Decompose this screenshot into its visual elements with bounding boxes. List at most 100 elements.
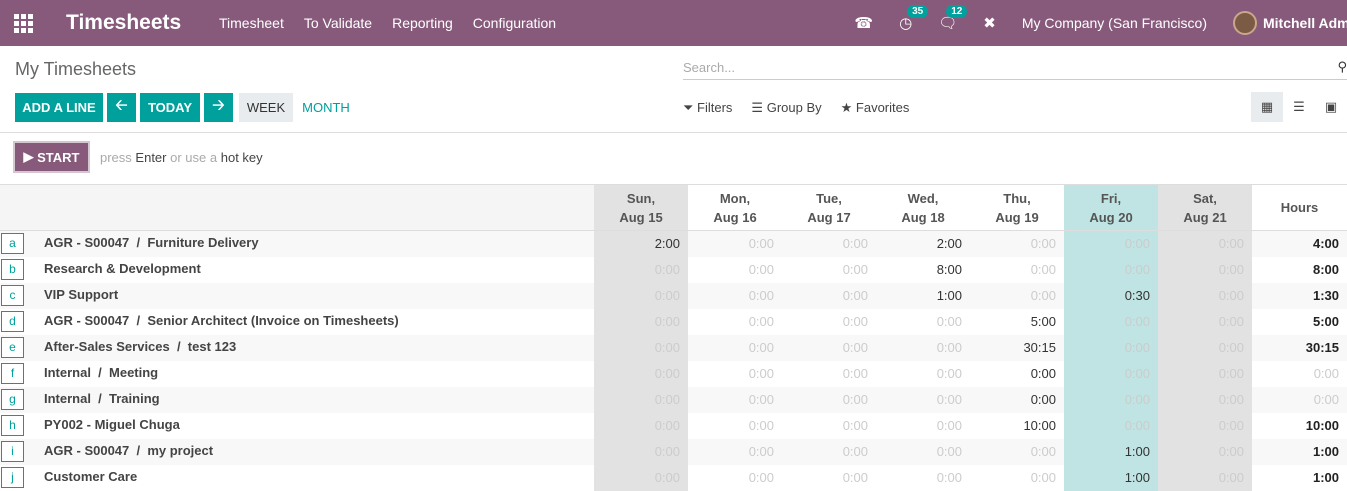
grid-cell[interactable]: 0:00: [1064, 256, 1158, 283]
grid-cell[interactable]: 0:00: [970, 464, 1064, 491]
month-range-button[interactable]: MONTH: [301, 93, 351, 122]
grid-cell[interactable]: 0:00: [1158, 308, 1252, 335]
grid-cell[interactable]: 0:00: [688, 464, 782, 491]
menu-reporting[interactable]: Reporting: [392, 15, 453, 31]
grid-cell[interactable]: 0:00: [594, 438, 688, 465]
grid-cell[interactable]: 0:00: [876, 438, 970, 465]
kanban-view-icon[interactable]: ▣: [1315, 92, 1347, 122]
row-hotkey[interactable]: h: [1, 415, 24, 436]
grid-cell[interactable]: 0:00: [688, 438, 782, 465]
grid-cell[interactable]: 0:00: [594, 308, 688, 335]
filters-dropdown[interactable]: ⏷ Filters: [683, 100, 732, 116]
grid-cell[interactable]: 0:00: [594, 282, 688, 309]
menu-to-validate[interactable]: To Validate: [304, 15, 372, 31]
today-button[interactable]: TODAY: [140, 93, 200, 122]
grid-cell[interactable]: 0:00: [1064, 412, 1158, 439]
start-timer-button[interactable]: ▶ START: [13, 141, 90, 173]
grid-cell[interactable]: 0:00: [1064, 360, 1158, 387]
grid-cell[interactable]: 0:30: [1064, 282, 1158, 309]
row-hotkey[interactable]: i: [1, 441, 24, 462]
previous-week-button[interactable]: 🡠: [107, 93, 136, 122]
grid-cell[interactable]: 0:00: [1158, 464, 1252, 491]
grid-cell[interactable]: 2:00: [876, 230, 970, 257]
grid-cell[interactable]: 0:00: [688, 256, 782, 283]
grid-cell[interactable]: 0:00: [688, 334, 782, 361]
grid-cell[interactable]: 0:00: [1064, 230, 1158, 257]
grid-cell[interactable]: 0:00: [1158, 230, 1252, 257]
grid-cell[interactable]: 0:00: [1158, 386, 1252, 413]
grid-cell[interactable]: 5:00: [970, 308, 1064, 335]
grid-cell[interactable]: 0:00: [782, 386, 876, 413]
search-icon[interactable]: ⚲: [1337, 59, 1347, 75]
grid-cell[interactable]: 0:00: [1158, 334, 1252, 361]
list-view-icon[interactable]: ☰: [1283, 92, 1315, 122]
company-switcher[interactable]: My Company (San Francisco): [1022, 15, 1207, 31]
menu-configuration[interactable]: Configuration: [473, 15, 556, 31]
grid-cell[interactable]: 0:00: [1158, 412, 1252, 439]
messages-chat-icon[interactable]: 🗨 12: [938, 5, 968, 32]
debug-tools-icon[interactable]: ✖: [983, 14, 996, 32]
row-hotkey[interactable]: d: [1, 311, 24, 332]
grid-cell[interactable]: 0:00: [970, 438, 1064, 465]
group-by-dropdown[interactable]: ☰ Group By: [751, 100, 821, 116]
row-hotkey[interactable]: f: [1, 363, 24, 384]
grid-cell[interactable]: 0:00: [1158, 282, 1252, 309]
grid-view-icon[interactable]: ▦: [1251, 92, 1283, 122]
grid-cell[interactable]: 0:00: [688, 360, 782, 387]
grid-cell[interactable]: 0:00: [1064, 386, 1158, 413]
grid-cell[interactable]: 0:00: [782, 282, 876, 309]
grid-cell[interactable]: 0:00: [876, 386, 970, 413]
grid-cell[interactable]: 0:00: [876, 360, 970, 387]
favorites-dropdown[interactable]: ★ Favorites: [841, 100, 910, 116]
add-line-button[interactable]: ADD A LINE: [15, 93, 103, 122]
grid-cell[interactable]: 0:00: [876, 308, 970, 335]
grid-cell[interactable]: 0:00: [594, 412, 688, 439]
week-range-button[interactable]: WEEK: [239, 93, 293, 122]
grid-cell[interactable]: 0:00: [688, 230, 782, 257]
grid-cell[interactable]: 0:00: [688, 386, 782, 413]
grid-cell[interactable]: 0:00: [782, 412, 876, 439]
next-week-button[interactable]: 🡢: [204, 93, 233, 122]
grid-cell[interactable]: 0:00: [970, 230, 1064, 257]
grid-cell[interactable]: 0:00: [782, 308, 876, 335]
grid-cell[interactable]: 0:00: [1158, 360, 1252, 387]
grid-cell[interactable]: 0:00: [782, 438, 876, 465]
grid-cell[interactable]: 0:00: [1064, 334, 1158, 361]
grid-cell[interactable]: 0:00: [688, 308, 782, 335]
grid-cell[interactable]: 0:00: [970, 360, 1064, 387]
activity-clock-icon[interactable]: ◷ 35: [899, 5, 929, 32]
row-hotkey[interactable]: g: [1, 389, 24, 410]
grid-cell[interactable]: 1:00: [1064, 438, 1158, 465]
grid-cell[interactable]: 0:00: [688, 412, 782, 439]
apps-menu-icon[interactable]: [0, 0, 46, 46]
grid-cell[interactable]: 0:00: [1158, 438, 1252, 465]
grid-cell[interactable]: 0:00: [876, 412, 970, 439]
grid-cell[interactable]: 0:00: [782, 334, 876, 361]
grid-cell[interactable]: 0:00: [970, 282, 1064, 309]
grid-cell[interactable]: 0:00: [782, 464, 876, 491]
grid-cell[interactable]: 0:00: [594, 360, 688, 387]
menu-timesheet[interactable]: Timesheet: [219, 15, 284, 31]
row-hotkey[interactable]: e: [1, 337, 24, 358]
row-hotkey[interactable]: b: [1, 259, 24, 280]
grid-cell[interactable]: 8:00: [876, 256, 970, 283]
grid-cell[interactable]: 30:15: [970, 334, 1064, 361]
grid-cell[interactable]: 0:00: [782, 230, 876, 257]
grid-cell[interactable]: 0:00: [594, 386, 688, 413]
grid-cell[interactable]: 2:00: [594, 230, 688, 257]
grid-cell[interactable]: 0:00: [876, 334, 970, 361]
grid-cell[interactable]: 0:00: [1158, 256, 1252, 283]
grid-cell[interactable]: 0:00: [782, 360, 876, 387]
grid-cell[interactable]: 0:00: [970, 256, 1064, 283]
grid-cell[interactable]: 10:00: [970, 412, 1064, 439]
grid-cell[interactable]: 0:00: [594, 256, 688, 283]
grid-cell[interactable]: 1:00: [1064, 464, 1158, 491]
grid-cell[interactable]: 0:00: [1064, 308, 1158, 335]
user-menu[interactable]: Mitchell Admin: [1233, 11, 1347, 35]
grid-cell[interactable]: 0:00: [594, 334, 688, 361]
search-input[interactable]: [683, 56, 1323, 78]
grid-cell[interactable]: 1:00: [876, 282, 970, 309]
grid-cell[interactable]: 0:00: [970, 386, 1064, 413]
grid-cell[interactable]: 0:00: [782, 256, 876, 283]
phone-icon[interactable]: ☎: [854, 14, 873, 32]
